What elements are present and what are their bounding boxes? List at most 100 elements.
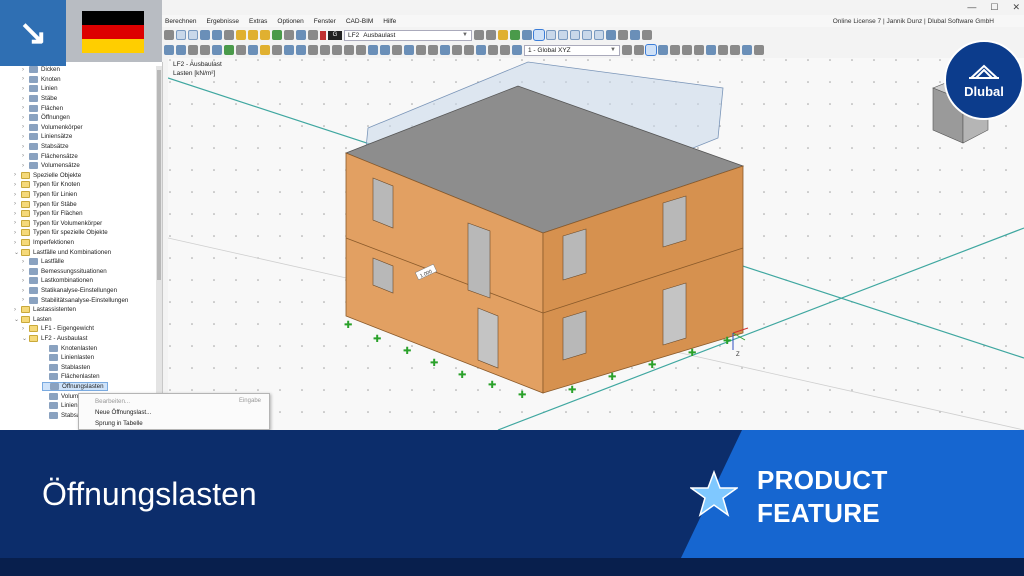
navigator-item[interactable]: › Linien [22, 84, 58, 94]
check-icon[interactable] [272, 30, 282, 40]
collapsed-chevron-icon[interactable]: › [22, 105, 29, 111]
new-member-icon[interactable] [188, 45, 198, 55]
more-icon[interactable] [754, 45, 764, 55]
navigator-item[interactable]: › Flächensätze [22, 151, 78, 161]
hinge-icon[interactable] [236, 45, 246, 55]
collapsed-chevron-icon[interactable]: › [22, 67, 29, 73]
axis-x-icon[interactable] [622, 45, 632, 55]
layers-icon[interactable] [670, 45, 680, 55]
collapsed-chevron-icon[interactable]: › [22, 86, 29, 92]
block-icon[interactable] [404, 45, 414, 55]
mirror-icon[interactable] [356, 45, 366, 55]
context-menu-jump-to-table[interactable]: Sprung in Tabelle [95, 420, 143, 427]
menu-optionen[interactable]: Optionen [272, 18, 308, 25]
filter-icon[interactable] [522, 30, 532, 40]
navigator-item[interactable]: › Lastassistenten [14, 305, 76, 315]
navigator-item[interactable]: › Flächen [22, 103, 63, 113]
side-view-icon[interactable] [582, 30, 592, 40]
grid-settings-icon[interactable] [476, 45, 486, 55]
navigator-item[interactable]: Linien [42, 401, 78, 411]
selection-filter-icon[interactable] [682, 45, 692, 55]
new-node-icon[interactable] [164, 45, 174, 55]
context-menu-new-opening-load[interactable]: Neue Öffnungslast... [95, 409, 151, 416]
support-icon[interactable] [224, 45, 234, 55]
navigator-item[interactable]: Flächenlasten [42, 372, 100, 382]
lock-icon[interactable] [452, 45, 462, 55]
table-icon[interactable] [200, 30, 210, 40]
collapsed-chevron-icon[interactable]: › [22, 278, 29, 284]
navigator-icon[interactable] [212, 30, 222, 40]
isolate-icon[interactable] [706, 45, 716, 55]
navigator-item[interactable]: › Typen für Linien [14, 190, 77, 200]
navigator-item[interactable]: › Lastfälle [22, 257, 64, 267]
results-icon[interactable] [248, 30, 258, 40]
navigator-item[interactable]: Stabsa [42, 411, 80, 421]
deformation-icon[interactable] [260, 30, 270, 40]
move-icon[interactable] [320, 45, 330, 55]
zoom-all-icon[interactable] [546, 30, 556, 40]
view-layout-icon[interactable] [176, 30, 186, 40]
navigator-item[interactable]: Linienlasten [42, 353, 94, 363]
navigator-item[interactable]: Öffnungslasten [42, 381, 108, 392]
collapsed-chevron-icon[interactable]: › [14, 230, 21, 236]
navigator-item[interactable]: › Typen für Stäbe [14, 199, 77, 209]
settings-icon[interactable] [308, 30, 318, 40]
menu-berechnen[interactable]: Berechnen [160, 18, 201, 25]
navigator-scroll-thumb[interactable] [157, 70, 161, 280]
navigator-item[interactable]: › Öffnungen [22, 113, 70, 123]
clipping-icon[interactable] [642, 30, 652, 40]
collapsed-chevron-icon[interactable]: › [22, 134, 29, 140]
navigator-item[interactable]: › Typen für Flächen [14, 209, 83, 219]
navigator-item[interactable]: › Volumensätze [22, 161, 80, 171]
navigator-item[interactable]: ⌄ Lasten [14, 315, 52, 325]
navigator-item[interactable]: › Typen für spezielle Objekte [14, 228, 108, 238]
navigator-item[interactable]: › Stäbe [22, 94, 57, 104]
new-surface-icon[interactable] [200, 45, 210, 55]
show-results-icon[interactable] [510, 30, 520, 40]
render-icon[interactable] [606, 30, 616, 40]
close-window-button[interactable]: ✕ [1012, 2, 1020, 13]
opening-icon[interactable] [248, 45, 258, 55]
snap-icon[interactable] [296, 45, 306, 55]
collapsed-chevron-icon[interactable]: › [22, 96, 29, 102]
collapsed-chevron-icon[interactable]: › [22, 163, 29, 169]
expanded-chevron-icon[interactable]: ⌄ [14, 249, 21, 256]
axis-y-icon[interactable] [634, 45, 644, 55]
menu-ergebnisse[interactable]: Ergebnisse [201, 18, 244, 25]
delete-icon[interactable] [730, 45, 740, 55]
collapsed-chevron-icon[interactable]: › [14, 192, 21, 198]
navigator-item[interactable]: › Stabilitätsanalyse-Einstellungen [22, 295, 128, 305]
navigator-item[interactable]: › Liniensätze [22, 132, 72, 142]
collapsed-chevron-icon[interactable]: › [22, 76, 29, 82]
menu-cad-bim[interactable]: CAD-BIM [341, 18, 378, 25]
collapsed-chevron-icon[interactable]: › [14, 220, 21, 226]
top-view-icon[interactable] [594, 30, 604, 40]
navigator-item[interactable]: › Bemessungssituationen [22, 267, 107, 277]
navigator-item[interactable]: Knotenlasten [42, 343, 97, 353]
measure-icon[interactable] [392, 45, 402, 55]
navigator-item[interactable]: › Volumenkörper [22, 123, 83, 133]
report-icon[interactable] [296, 30, 306, 40]
navigator-item[interactable]: Stablasten [42, 363, 90, 373]
section-icon[interactable] [416, 45, 426, 55]
calculate-icon[interactable] [236, 30, 246, 40]
coordinate-system-select[interactable]: 1 - Global XYZ ▼ [524, 44, 620, 56]
grid-icon[interactable] [308, 45, 318, 55]
next-load-case-icon[interactable] [486, 30, 496, 40]
collapsed-chevron-icon[interactable]: › [14, 201, 21, 207]
collapsed-chevron-icon[interactable]: › [22, 144, 29, 150]
collapsed-chevron-icon[interactable]: › [14, 172, 21, 178]
snap-settings-icon[interactable] [488, 45, 498, 55]
maximize-button[interactable]: ☐ [990, 2, 998, 13]
workplane-icon[interactable] [464, 45, 474, 55]
menu-extras[interactable]: Extras [244, 18, 272, 25]
rotate-icon[interactable] [344, 45, 354, 55]
load-icon[interactable] [260, 45, 270, 55]
front-view-icon[interactable] [570, 30, 580, 40]
navigator-item[interactable]: › Lastkombinationen [22, 276, 93, 286]
navigator-item[interactable]: › Stabsätze [22, 142, 69, 152]
collapsed-chevron-icon[interactable]: › [14, 240, 21, 246]
navigator-item[interactable]: ⌄ Lastfälle und Kombinationen [14, 247, 111, 257]
collapsed-chevron-icon[interactable]: › [22, 115, 29, 121]
previous-load-case-icon[interactable] [474, 30, 484, 40]
